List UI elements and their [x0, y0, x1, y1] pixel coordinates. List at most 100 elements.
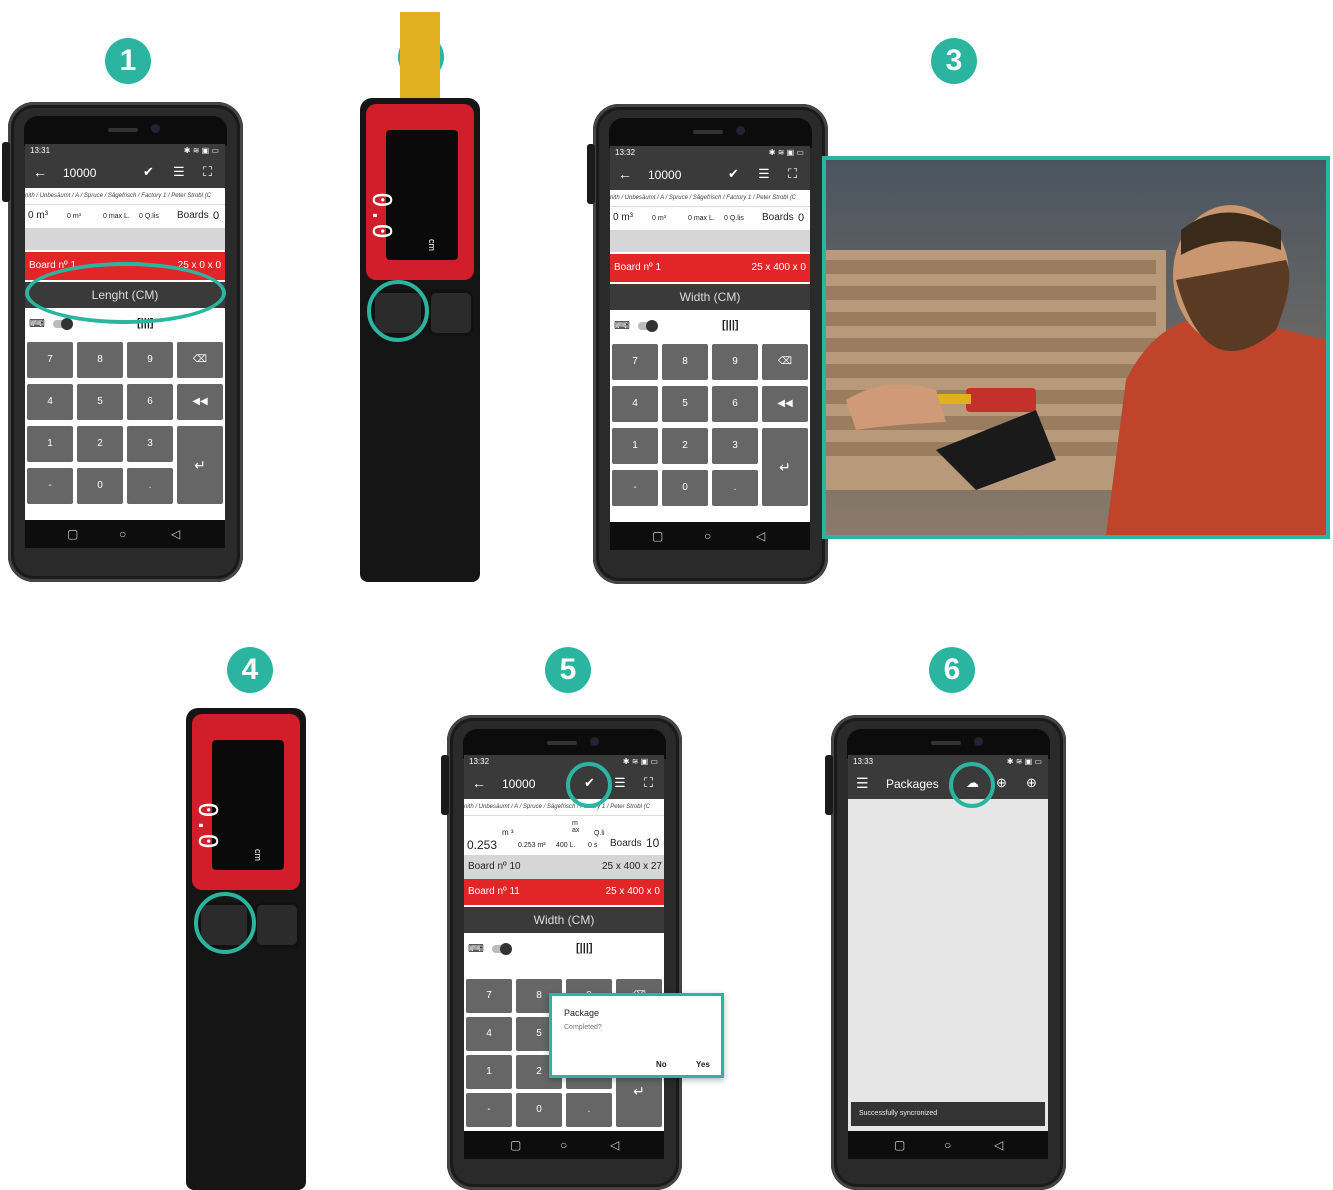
width-input[interactable]: Width (CM)	[464, 907, 664, 933]
app-toolbar: ← 10000 ✔ ☰ ⛶	[610, 160, 810, 190]
barcode-icon[interactable]: [|||]	[722, 319, 739, 331]
back-triangle-icon[interactable]: ◁	[610, 1138, 619, 1152]
enter-key[interactable]: ↵	[177, 426, 223, 504]
key-0[interactable]: 0	[516, 1093, 562, 1127]
key-1[interactable]: 1	[466, 1055, 512, 1089]
back-arrow-icon[interactable]: ←	[472, 775, 486, 791]
key-6[interactable]: 6	[127, 384, 173, 420]
zoom-globe-icon[interactable]: ⊕	[996, 775, 1007, 791]
key-0[interactable]: 0	[77, 468, 123, 504]
key-1[interactable]: 1	[612, 428, 658, 464]
home-icon[interactable]: ○	[944, 1138, 951, 1152]
key-minus[interactable]: -	[612, 470, 658, 506]
dialog-no-button[interactable]: No	[656, 1060, 667, 1069]
sync-toast: Successfully syncronized	[851, 1102, 1045, 1126]
list-icon[interactable]: ☰	[758, 166, 770, 182]
camera-icon	[151, 124, 160, 133]
key-3[interactable]: 3	[127, 426, 173, 462]
back-arrow-icon[interactable]: ←	[33, 164, 47, 180]
key-7[interactable]: 7	[466, 979, 512, 1013]
back-triangle-icon[interactable]: ◁	[171, 527, 180, 541]
key-dot[interactable]: .	[566, 1093, 612, 1127]
key-minus[interactable]: -	[466, 1093, 512, 1127]
list-icon[interactable]: ☰	[614, 775, 626, 791]
menu-icon[interactable]: ☰	[856, 775, 869, 792]
previous-board-row[interactable]: Board nº 10 25 x 400 x 27	[464, 855, 664, 879]
backspace-key[interactable]: ⌫	[762, 344, 808, 380]
step-badge-1: 1	[105, 38, 151, 84]
fullscreen-icon[interactable]: ⛶	[788, 166, 797, 182]
recents-icon[interactable]: ▢	[510, 1138, 521, 1152]
key-8[interactable]: 8	[77, 342, 123, 378]
key-2[interactable]: 2	[77, 426, 123, 462]
key-6[interactable]: 6	[712, 386, 758, 422]
key-9[interactable]: 9	[712, 344, 758, 380]
backspace-key[interactable]: ⌫	[177, 342, 223, 378]
key-dot[interactable]: .	[712, 470, 758, 506]
home-icon[interactable]: ○	[119, 527, 126, 541]
current-board-row[interactable]: Board nº 1 25 x 400 x 0	[610, 254, 810, 282]
rewind-key[interactable]: ◀◀	[177, 384, 223, 420]
app-screen: 13:32 ✱ ≋ ▣ ▭ ← 10000 ✔ ☰ ⛶ nith / Unbesä…	[610, 146, 810, 550]
key-8[interactable]: 8	[662, 344, 708, 380]
status-bar: 13:31 ✱ ≋ ▣ ▭	[25, 144, 225, 158]
input-toggle[interactable]	[638, 320, 658, 332]
package-stats: 0.253 m ³ 0.253 m³ m ax 400 L. Q.li 0 s …	[464, 815, 664, 856]
keyboard-icon[interactable]: ⌨	[468, 942, 484, 955]
input-toggle[interactable]	[53, 318, 73, 330]
add-icon[interactable]: ⊕	[1026, 775, 1037, 791]
width-input[interactable]: Width (CM)	[610, 284, 810, 310]
home-icon[interactable]: ○	[704, 529, 711, 543]
back-triangle-icon[interactable]: ◁	[994, 1138, 1003, 1152]
key-9[interactable]: 9	[127, 342, 173, 378]
enter-key[interactable]: ↵	[762, 428, 808, 506]
key-4[interactable]: 4	[612, 386, 658, 422]
recents-icon[interactable]: ▢	[67, 527, 78, 541]
key-3[interactable]: 3	[712, 428, 758, 464]
photo-illustration	[826, 160, 1326, 535]
key-minus[interactable]: -	[27, 468, 73, 504]
empty-row	[25, 228, 225, 250]
phone-step-3: 13:32 ✱ ≋ ▣ ▭ ← 10000 ✔ ☰ ⛶ nith / Unbesä…	[587, 104, 828, 584]
step-badge-6: 6	[929, 647, 975, 693]
check-circle-icon[interactable]: ✔	[728, 166, 739, 182]
back-arrow-icon[interactable]: ←	[618, 166, 632, 182]
list-icon[interactable]: ☰	[173, 164, 185, 180]
rewind-key[interactable]: ◀◀	[762, 386, 808, 422]
key-7[interactable]: 7	[612, 344, 658, 380]
key-7[interactable]: 7	[27, 342, 73, 378]
android-navbar: ▢ ○ ◁	[25, 520, 225, 548]
back-triangle-icon[interactable]: ◁	[756, 529, 765, 543]
highlight-upload-button	[949, 762, 995, 808]
device-reading: 0.0	[192, 802, 222, 849]
status-bar: 13:33 ✱ ≋ ▣ ▭	[848, 755, 1048, 769]
key-4[interactable]: 4	[27, 384, 73, 420]
tape-blade	[400, 12, 440, 104]
recents-icon[interactable]: ▢	[652, 529, 663, 543]
device-side-button[interactable]	[254, 902, 300, 948]
keyboard-icon[interactable]: ⌨	[614, 319, 630, 332]
input-toggle[interactable]	[492, 943, 512, 955]
key-4[interactable]: 4	[466, 1017, 512, 1051]
current-board-row[interactable]: Board nº 11 25 x 400 x 0	[464, 879, 664, 905]
dialog-yes-button[interactable]: Yes	[696, 1060, 710, 1069]
key-5[interactable]: 5	[77, 384, 123, 420]
check-circle-icon[interactable]: ✔	[143, 164, 154, 180]
fullscreen-icon[interactable]: ⛶	[203, 164, 212, 180]
key-2[interactable]: 2	[662, 428, 708, 464]
barcode-icon[interactable]: [|||]	[576, 942, 593, 954]
fullscreen-icon[interactable]: ⛶	[644, 775, 653, 791]
recents-icon[interactable]: ▢	[894, 1138, 905, 1152]
toolbar-title: 10000	[63, 166, 97, 180]
key-0[interactable]: 0	[662, 470, 708, 506]
status-bar: 13:32 ✱ ≋ ▣ ▭	[464, 755, 664, 769]
key-1[interactable]: 1	[27, 426, 73, 462]
control-row: ⌨ [|||]	[464, 935, 664, 965]
android-navbar: ▢ ○ ◁	[464, 1131, 664, 1159]
key-dot[interactable]: .	[127, 468, 173, 504]
key-5[interactable]: 5	[662, 386, 708, 422]
keyboard-icon[interactable]: ⌨	[29, 317, 45, 330]
dialog-title: Package	[564, 1008, 600, 1018]
home-icon[interactable]: ○	[560, 1138, 567, 1152]
device-side-button[interactable]	[428, 290, 474, 336]
